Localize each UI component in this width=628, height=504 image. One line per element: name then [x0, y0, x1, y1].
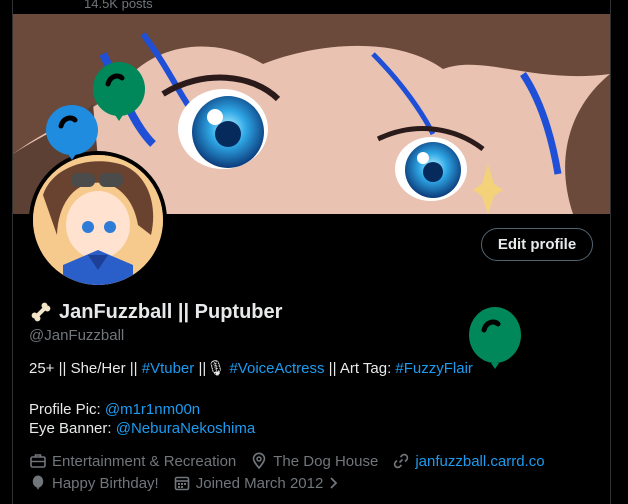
banner-artist-link[interactable]: @NeburaNekoshima: [116, 420, 255, 437]
website-link[interactable]: janfuzzball.carrd.co: [415, 453, 544, 470]
profile-pic-credit: Profile Pic: @m1r1nm00n: [29, 400, 255, 419]
balloon-green-top-icon: [93, 62, 145, 121]
joined-text: Joined March 2012: [195, 474, 324, 492]
birthday-item: Happy Birthday!: [29, 474, 159, 492]
hashtag-voiceactress-link[interactable]: #VoiceActress: [229, 360, 324, 377]
balloon-green-bottom-icon: [469, 307, 521, 369]
chevron-right-icon: [330, 477, 338, 489]
name-row: JanFuzzball || Puptuber: [29, 300, 282, 324]
hashtag-vtuber-link[interactable]: #Vtuber: [142, 360, 195, 377]
joined-item[interactable]: Joined March 2012: [173, 474, 339, 492]
location-item: The Dog House: [250, 452, 378, 470]
profile-meta-row-1: Entertainment & Recreation The Dog House…: [29, 452, 559, 470]
profile-avatar[interactable]: [29, 151, 167, 289]
bio-text-3: || Art Tag:: [324, 360, 396, 377]
column-border-right: [610, 0, 611, 504]
hashtag-fuzzyflair-link[interactable]: #FuzzyFlair: [395, 360, 473, 377]
calendar-icon: [174, 476, 190, 491]
bio: 25+ || She/Her || #Vtuber ||🎙 #VoiceActr…: [29, 359, 473, 378]
birthday-text: Happy Birthday!: [52, 474, 159, 492]
location-pin-icon: [252, 452, 266, 470]
link-icon: [394, 453, 409, 469]
balloon-icon: [32, 475, 44, 490]
profile-pic-label: Profile Pic:: [29, 401, 105, 418]
location-text: The Dog House: [273, 452, 379, 470]
banner-credit: Eye Banner: @NeburaNekoshima: [29, 419, 255, 438]
balloon-blue-icon: [46, 105, 98, 160]
website-item: janfuzzball.carrd.co: [392, 452, 545, 470]
profile-pic-artist-link[interactable]: @m1r1nm00n: [105, 401, 200, 418]
avatar-art: [33, 155, 163, 285]
briefcase-icon: [30, 454, 46, 468]
user-handle: @JanFuzzball: [29, 327, 125, 344]
top-bar: 14.5K posts: [0, 0, 628, 14]
microphone-icon: 🎙: [206, 360, 226, 377]
profile-meta-row-2: Happy Birthday! Joined March 2012: [29, 474, 352, 492]
post-count: 14.5K posts: [84, 0, 153, 11]
banner-label: Eye Banner:: [29, 420, 116, 437]
category-text: Entertainment & Recreation: [52, 452, 237, 470]
bio-credits: Profile Pic: @m1r1nm00n Eye Banner: @Neb…: [29, 400, 255, 438]
display-name: JanFuzzball || Puptuber: [59, 300, 283, 323]
bio-text-1: 25+ || She/Her ||: [29, 360, 142, 377]
bio-text-2: ||: [194, 360, 207, 377]
bone-icon: [31, 302, 51, 322]
edit-profile-button[interactable]: Edit profile: [481, 228, 593, 261]
category-item: Entertainment & Recreation: [29, 452, 236, 470]
